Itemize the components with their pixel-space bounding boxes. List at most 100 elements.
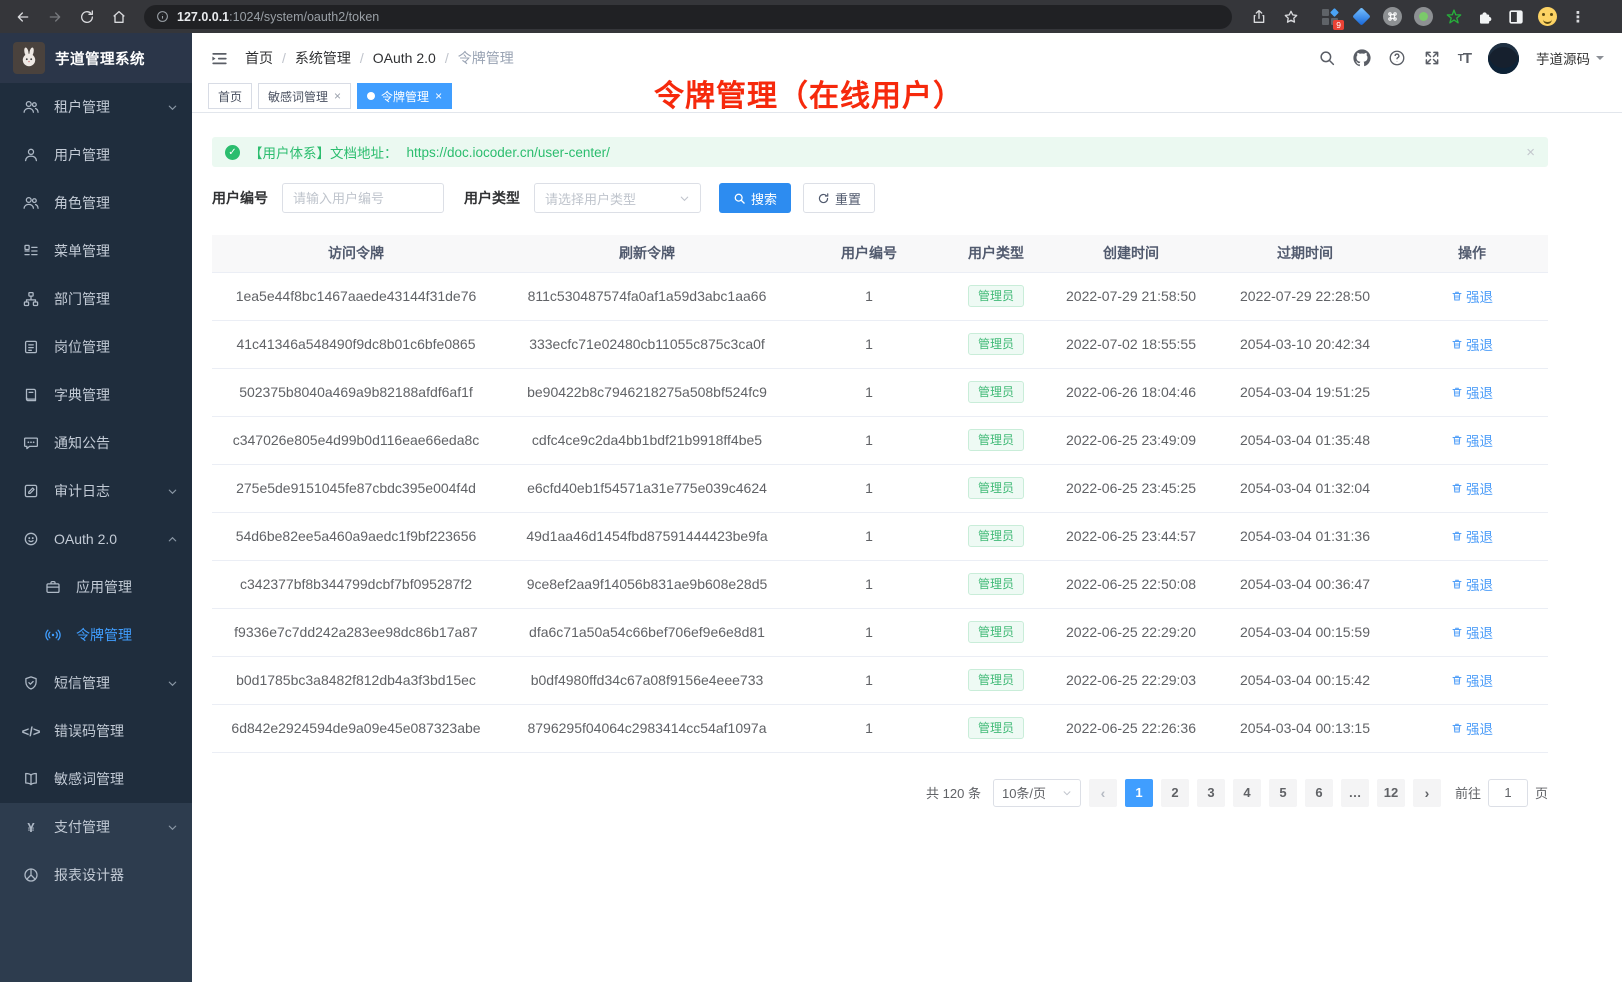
table-row: 502375b8040a469a9b82188afdf6af1fbe90422b… [212,368,1548,416]
gem-extension-icon[interactable] [1351,7,1371,27]
github-icon[interactable] [1353,49,1371,67]
fullscreen-icon[interactable] [1423,49,1441,67]
page-button-1[interactable]: 1 [1125,779,1153,807]
total-count: 共 120 条 [926,783,981,802]
sidebar-item-sms[interactable]: 短信管理 [0,659,192,707]
column-access-token: 访问令牌 [212,235,500,272]
sidebar-item-error-code[interactable]: </> 错误码管理 [0,707,192,755]
tab-close-icon[interactable]: × [435,90,442,102]
page-button-4[interactable]: 4 [1233,779,1261,807]
search-icon[interactable] [1318,49,1336,67]
sidebar-item-post[interactable]: 岗位管理 [0,323,192,371]
browser-menu-icon[interactable]: ⋮ [1568,7,1588,27]
page-ellipsis-button[interactable]: … [1341,779,1369,807]
force-logout-button[interactable]: 强退 [1451,334,1493,354]
force-logout-button[interactable]: 强退 [1451,574,1493,594]
force-logout-button[interactable]: 强退 [1451,430,1493,450]
next-page-button[interactable]: › [1413,779,1441,807]
tab-close-icon[interactable]: × [334,90,341,102]
user-id-input[interactable] [282,183,444,213]
share-icon[interactable] [1246,4,1272,30]
cell-create-time: 2022-06-26 18:04:46 [1048,368,1214,416]
sidebar-item-label: 角色管理 [54,193,178,213]
page-button-2[interactable]: 2 [1161,779,1189,807]
evernote-extension-icon[interactable] [1444,7,1464,27]
cell-user-id: 1 [794,560,944,608]
force-logout-button[interactable]: 强退 [1451,382,1493,402]
puzzle-extensions-icon[interactable] [1475,7,1495,27]
sidebar-item-tenant[interactable]: 租户管理 [0,83,192,131]
user-type-tag: 管理员 [968,717,1024,739]
force-logout-button[interactable]: 强退 [1451,718,1493,738]
force-logout-button[interactable]: 强退 [1451,526,1493,546]
search-button[interactable]: 搜索 [719,183,791,213]
cell-user-type: 管理员 [944,368,1048,416]
sidebar-item-role[interactable]: 角色管理 [0,179,192,227]
sidebar-item-audit-log[interactable]: 审计日志 [0,467,192,515]
user-avatar[interactable] [1488,43,1519,74]
page-button-6[interactable]: 6 [1305,779,1333,807]
alert-close-icon[interactable]: × [1526,144,1535,161]
recorder-extension-icon[interactable] [1413,7,1433,27]
sidebar-item-pay[interactable]: ¥支付管理 [0,803,192,851]
cell-refresh-token: 8796295f04064c2983414cc54af1097a [500,704,794,752]
tab-token[interactable]: 令牌管理× [357,83,452,109]
bookmark-star-icon[interactable] [1278,4,1304,30]
app-logo[interactable]: 芋道管理系统 [0,33,192,83]
side-panel-icon[interactable] [1506,7,1526,27]
tab-home[interactable]: 首页 [208,83,252,109]
shortcut-extension-icon[interactable] [1382,7,1402,27]
sidebar-item-label: OAuth 2.0 [54,531,153,547]
sidebar-item-oauth2[interactable]: OAuth 2.0 [0,515,192,563]
browser-forward-icon[interactable] [42,4,68,30]
cell-user-type: 管理员 [944,560,1048,608]
goto-page-input[interactable] [1488,779,1528,807]
address-bar[interactable]: 127.0.0.1:1024/system/oauth2/token [144,5,1232,29]
browser-home-icon[interactable] [106,4,132,30]
cell-user-id: 1 [794,608,944,656]
force-logout-button[interactable]: 强退 [1451,670,1493,690]
breadcrumb-home[interactable]: 首页 [245,48,273,68]
tab-sensitive-word[interactable]: 敏感词管理 × [258,83,351,109]
site-info-icon[interactable] [156,10,169,23]
workona-extension-icon[interactable]: 9 [1320,7,1340,27]
sidebar-item-oauth2-token[interactable]: 令牌管理 [0,611,192,659]
sidebar-item-user[interactable]: 用户管理 [0,131,192,179]
table-row: f9336e7c7dd242a283ee98dc86b17a87dfa6c71a… [212,608,1548,656]
page-button-5[interactable]: 5 [1269,779,1297,807]
page-button-3[interactable]: 3 [1197,779,1225,807]
browser-back-icon[interactable] [10,4,36,30]
sidebar-item-report-designer[interactable]: 报表设计器 [0,851,192,899]
help-icon[interactable] [1388,49,1406,67]
breadcrumb-system[interactable]: 系统管理 [295,48,351,68]
page-button-12[interactable]: 12 [1377,779,1405,807]
code-icon: </> [22,722,40,740]
reset-button[interactable]: 重置 [803,183,875,213]
user-type-tag: 管理员 [968,573,1024,595]
doc-link[interactable]: https://doc.iocoder.cn/user-center/ [407,145,610,160]
force-logout-button[interactable]: 强退 [1451,478,1493,498]
profile-avatar-icon[interactable] [1537,7,1557,27]
force-logout-button[interactable]: 强退 [1451,622,1493,642]
font-size-icon[interactable]: TT [1458,50,1471,67]
force-logout-button[interactable]: 强退 [1451,286,1493,306]
tab-label: 敏感词管理 [268,88,328,105]
sidebar-item-label: 敏感词管理 [54,769,178,789]
sidebar-item-dept[interactable]: 部门管理 [0,275,192,323]
collapse-sidebar-icon[interactable] [210,49,229,68]
page-size-select[interactable]: 10条/页 [993,779,1081,807]
user-menu[interactable]: 芋道源码 [1536,48,1604,68]
prev-page-button[interactable]: ‹ [1089,779,1117,807]
cell-expire-time: 2054-03-04 19:51:25 [1214,368,1396,416]
browser-reload-icon[interactable] [74,4,100,30]
cell-refresh-token: be90422b8c7946218275a508bf524fc9 [500,368,794,416]
sidebar-item-menu[interactable]: 菜单管理 [0,227,192,275]
user-type-select[interactable]: 请选择用户类型 [534,183,701,213]
sidebar-item-dict[interactable]: 字典管理 [0,371,192,419]
sidebar-item-oauth2-app[interactable]: 应用管理 [0,563,192,611]
breadcrumb-oauth2[interactable]: OAuth 2.0 [373,50,436,66]
sidebar-item-notice[interactable]: 通知公告 [0,419,192,467]
sidebar-item-sensitive-word[interactable]: 敏感词管理 [0,755,192,803]
cell-access-token: 275e5de9151045fe87cbdc395e004f4d [212,464,500,512]
sidebar-item-label: 错误码管理 [54,721,178,741]
